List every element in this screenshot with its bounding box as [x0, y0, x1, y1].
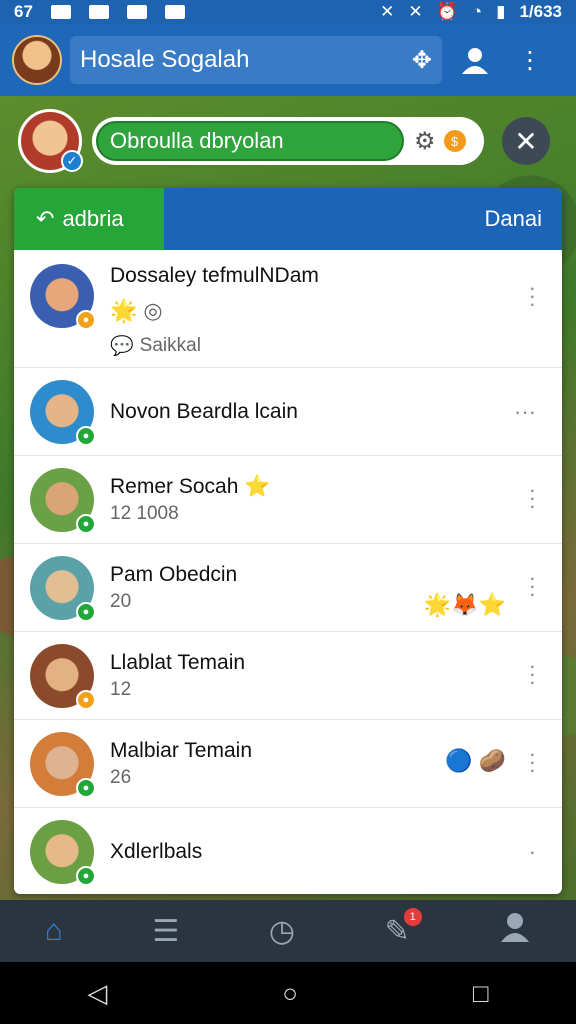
more-menu-icon[interactable]: ⋮	[518, 46, 542, 75]
alarm-icon: ⏰	[436, 2, 458, 21]
friend-tagline-row: 💬 Saikkal	[110, 334, 319, 358]
status-dot: ●	[76, 425, 96, 446]
home-circle-icon[interactable]: ○	[282, 978, 298, 1009]
friend-name: Malbiar Temain	[110, 738, 253, 762]
wifi-icon: ◔	[471, 2, 483, 21]
back-icon[interactable]: ◁	[87, 978, 107, 1009]
tab-bar: ↶ adbria Danai	[14, 188, 562, 250]
status-dot: ●	[76, 689, 96, 710]
friend-name: Llablat Temain	[110, 650, 246, 674]
status-dot: ●	[76, 601, 96, 622]
row-menu-icon[interactable]: ···	[529, 479, 536, 517]
avatar: ●	[30, 555, 96, 622]
close-button[interactable]: ✕	[502, 117, 550, 165]
list-item[interactable]: ● Novon Beardla lcain ···	[14, 368, 562, 456]
status-dot: ●	[76, 777, 96, 798]
battery-icon: ▮	[496, 2, 506, 21]
list-item[interactable]: ● Remer Socah ⭐ 12 1008 · · ·	[14, 456, 562, 544]
list-item[interactable]: ● Pam Obedcin 20 🌟🦊⭐ · · ·	[14, 544, 562, 632]
avatar: ●	[30, 264, 96, 330]
friends-panel: ↶ adbria Danai ● Dossaley tefmulNDam 🌟 ◎…	[14, 188, 562, 894]
tab-danai[interactable]: Danai	[164, 188, 562, 250]
friend-sub: 20	[110, 590, 132, 612]
notification-badge: 1	[403, 907, 422, 926]
friend-name: Dossaley tefmulNDam	[110, 264, 319, 287]
search-input[interactable]: Obroulla dbryolan	[96, 121, 404, 161]
bottom-nav: ⌂ ☰ ◷ ✎ 1	[0, 900, 576, 962]
status-time-left: 67	[14, 2, 33, 21]
row-menu-icon[interactable]: ·	[529, 841, 536, 863]
share-icon: ↶	[36, 206, 55, 231]
puzzle-icon[interactable]: ✥	[412, 46, 432, 75]
star-icon: ⭐	[244, 474, 271, 498]
app-title: Hosale Sogalah	[80, 46, 250, 73]
avatar: ●	[30, 820, 96, 886]
avatar: ●	[30, 467, 96, 534]
row-menu-icon[interactable]: ···	[529, 655, 536, 693]
status-time-right: 1/633	[519, 2, 562, 21]
account-icon[interactable]	[460, 46, 490, 74]
tab-adbria-label: adbria	[62, 206, 124, 231]
star-badge-icon: 🌟	[110, 298, 138, 323]
list-item[interactable]: ● Llablat Temain 12 · · ·	[14, 632, 562, 720]
row-menu-icon[interactable]: ···	[529, 277, 536, 315]
status-dot: ●	[76, 310, 96, 330]
edit-icon[interactable]: ✎ 1	[385, 907, 422, 949]
row-menu-icon[interactable]: ···	[529, 743, 536, 781]
status-dot: ●	[76, 866, 96, 886]
list-item[interactable]: ● Dossaley tefmulNDam 🌟 ◎ 💬 Saikkal · · ·	[14, 250, 562, 368]
tab-danai-label: Danai	[484, 206, 542, 231]
avatar: ●	[30, 379, 96, 446]
row-menu-icon[interactable]: ···	[514, 401, 536, 423]
friend-sub: 12 1008	[110, 502, 179, 524]
title-box[interactable]: Hosale Sogalah ✥	[70, 36, 442, 84]
app-bar: Hosale Sogalah ✥ ⋮	[0, 24, 576, 96]
profile-icon[interactable]	[499, 912, 531, 950]
avatar: ●	[30, 731, 96, 798]
friend-name: Remer Socah ⭐	[110, 474, 271, 498]
tab-adbria[interactable]: ↶ adbria	[14, 188, 164, 250]
reaction-icons: 🌟🦊⭐	[423, 592, 506, 617]
notification-icon	[88, 5, 109, 19]
gear-icon[interactable]: ⚙	[414, 127, 436, 156]
reaction-icons: 🔵 🥔	[445, 748, 506, 773]
mute-icon: ✕	[408, 2, 423, 21]
search-pill[interactable]: Obroulla dbryolan ⚙ $	[92, 117, 484, 165]
friend-sub: 12	[110, 678, 132, 700]
mail-icon	[126, 5, 147, 19]
status-dot: ●	[76, 513, 96, 534]
list-item[interactable]: ● Xdlerlbals ·	[14, 808, 562, 894]
verified-icon: ✓	[61, 150, 83, 172]
home-icon[interactable]: ⌂	[45, 914, 63, 948]
list-icon[interactable]: ☰	[152, 914, 179, 949]
system-nav-bar: ◁ ○ □	[0, 962, 576, 1024]
list-item[interactable]: ● Malbiar Temain 26 🔵 🥔 · · ·	[14, 720, 562, 808]
whatsapp-icon: ◎	[143, 298, 163, 323]
status-bar: 67 ✕ ✕ ⏰ ◔ ▮ 1/633	[0, 0, 576, 24]
friend-name: Novon Beardla lcain	[110, 399, 298, 423]
recents-icon[interactable]: □	[473, 978, 489, 1009]
image-icon	[164, 5, 185, 19]
friend-emoji-row: 🌟 ◎	[110, 298, 319, 324]
search-row: ✓ Obroulla dbryolan ⚙ $ ✕	[18, 108, 566, 174]
my-avatar[interactable]: ✓	[18, 109, 83, 173]
row-menu-icon[interactable]: ···	[529, 567, 536, 605]
friend-list: ● Dossaley tefmulNDam 🌟 ◎ 💬 Saikkal · · · …	[14, 250, 562, 894]
clock-icon[interactable]: ◷	[269, 914, 295, 949]
friend-name: Xdlerlbals	[110, 840, 203, 863]
friend-tagline: Saikkal	[139, 335, 201, 356]
profile-avatar[interactable]	[12, 35, 62, 85]
message-icon	[50, 5, 71, 19]
nfc-icon: ✕	[380, 2, 395, 21]
friend-name: Pam Obedcin	[110, 562, 238, 586]
avatar: ●	[30, 643, 96, 710]
coin-icon: $	[443, 130, 466, 152]
chat-icon: 💬	[110, 336, 134, 357]
friend-sub: 26	[110, 766, 132, 788]
